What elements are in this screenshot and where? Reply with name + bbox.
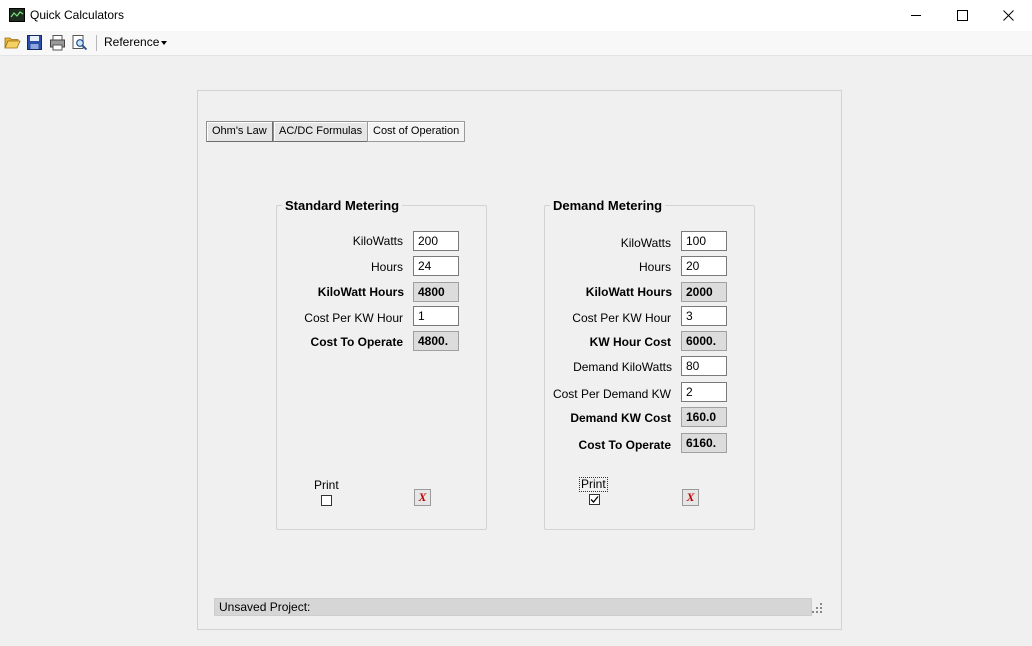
maximize-icon xyxy=(956,10,968,21)
standard-metering-title: Standard Metering xyxy=(282,198,403,213)
standard-cost-per-kwh-label: Cost Per KW Hour xyxy=(304,311,403,325)
demand-kwh-cost-output: 6000. xyxy=(681,331,727,351)
status-bar: Unsaved Project: xyxy=(214,598,812,616)
demand-kw-cost-output: 160.0 xyxy=(681,407,727,427)
demand-kwh-label: KiloWatt Hours xyxy=(585,285,672,299)
standard-kwh-label: KiloWatt Hours xyxy=(317,285,404,299)
minimize-icon xyxy=(910,15,921,16)
demand-cost-per-kwh-label: Cost Per KW Hour xyxy=(572,311,671,325)
standard-metering-group xyxy=(276,205,487,530)
demand-cost-per-kwh-input[interactable]: 3 xyxy=(681,306,727,326)
tab-acdc-formulas[interactable]: AC/DC Formulas xyxy=(273,121,369,142)
tab-cost-of-operation[interactable]: Cost of Operation xyxy=(367,121,466,142)
print-icon[interactable] xyxy=(49,34,66,51)
title-bar: Quick Calculators xyxy=(0,0,1032,31)
standard-hours-label: Hours xyxy=(370,260,403,274)
resize-grip-icon[interactable] xyxy=(811,602,823,614)
standard-clear-button[interactable]: X xyxy=(414,489,431,506)
demand-print-checkbox[interactable] xyxy=(589,494,600,505)
demand-hours-label: Hours xyxy=(638,260,671,274)
demand-cost-to-operate-label: Cost To Operate xyxy=(578,438,671,452)
demand-kilowatts-label: KiloWatts xyxy=(620,236,671,250)
standard-kwh-output: 4800 xyxy=(413,282,459,302)
toolbar: Reference xyxy=(0,31,1032,56)
clear-icon: X xyxy=(686,490,695,504)
standard-cost-to-operate-output: 4800. xyxy=(413,331,459,351)
demand-metering-title: Demand Metering xyxy=(550,198,666,213)
clear-icon: X xyxy=(418,490,427,504)
demand-cost-to-operate-output: 6160. xyxy=(681,433,727,453)
standard-print-label: Print xyxy=(314,478,339,492)
minimize-button[interactable] xyxy=(893,0,939,31)
standard-kilowatts-label: KiloWatts xyxy=(352,234,403,248)
status-text: Unsaved Project: xyxy=(219,600,311,614)
standard-kilowatts-input[interactable]: 200 xyxy=(413,231,459,251)
demand-kw-cost-label: Demand KW Cost xyxy=(570,411,671,425)
demand-kwh-output: 2000 xyxy=(681,282,727,302)
checkmark-icon xyxy=(590,496,599,503)
window-title: Quick Calculators xyxy=(30,8,125,22)
standard-hours-input[interactable]: 24 xyxy=(413,256,459,276)
reference-menu[interactable]: Reference xyxy=(104,35,159,49)
demand-hours-input[interactable]: 20 xyxy=(681,256,727,276)
toolbar-separator xyxy=(96,35,97,51)
demand-kilowatts-input[interactable]: 100 xyxy=(681,231,727,251)
demand-kwh-cost-label: KW Hour Cost xyxy=(589,335,671,349)
standard-cost-per-kwh-input[interactable]: 1 xyxy=(413,306,459,326)
print-preview-icon[interactable] xyxy=(71,34,88,51)
standard-print-checkbox[interactable] xyxy=(321,495,332,506)
save-icon[interactable] xyxy=(26,34,43,51)
close-button[interactable] xyxy=(985,0,1031,31)
cost-per-demand-kw-input[interactable]: 2 xyxy=(681,382,727,402)
chevron-down-icon xyxy=(161,41,167,45)
demand-kilowatts-label: Demand KiloWatts xyxy=(573,360,672,374)
demand-clear-button[interactable]: X xyxy=(682,489,699,506)
open-folder-icon[interactable] xyxy=(4,34,21,51)
demand-print-label: Print xyxy=(579,477,608,492)
standard-cost-to-operate-label: Cost To Operate xyxy=(310,335,403,349)
maximize-button[interactable] xyxy=(939,0,985,31)
cost-per-demand-kw-label: Cost Per Demand KW xyxy=(552,387,671,401)
close-icon xyxy=(1002,10,1014,21)
demand-kilowatts-input[interactable]: 80 xyxy=(681,356,727,376)
app-icon xyxy=(9,8,25,22)
tab-ohms-law[interactable]: Ohm's Law xyxy=(206,121,273,142)
